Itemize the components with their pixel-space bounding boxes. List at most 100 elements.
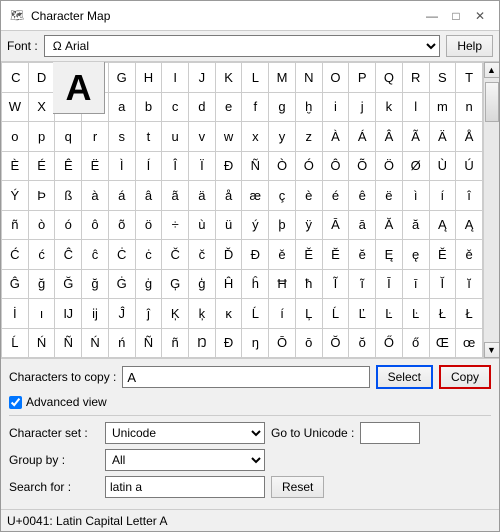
char-cell[interactable]: ě: [269, 240, 296, 270]
char-cell[interactable]: í: [269, 299, 296, 329]
char-cell[interactable]: ă: [402, 210, 429, 240]
char-cell[interactable]: í: [429, 181, 456, 211]
char-cell[interactable]: À: [322, 122, 349, 152]
char-cell[interactable]: æ: [242, 181, 269, 211]
char-cell[interactable]: Ì: [108, 151, 135, 181]
character-set-select[interactable]: Unicode ASCII: [105, 422, 265, 444]
char-cell[interactable]: Ŀ: [402, 299, 429, 329]
char-cell[interactable]: ß: [55, 181, 82, 211]
char-cell[interactable]: Ĉ: [55, 240, 82, 270]
char-cell[interactable]: q: [55, 122, 82, 152]
char-cell[interactable]: Ķ: [162, 299, 189, 329]
scroll-track[interactable]: [484, 78, 500, 342]
char-cell[interactable]: İ: [2, 299, 29, 329]
char-cell[interactable]: Ċ: [108, 240, 135, 270]
scroll-down-button[interactable]: ▼: [484, 342, 500, 358]
char-cell[interactable]: Î: [162, 151, 189, 181]
char-cell[interactable]: Þ: [28, 181, 55, 211]
char-cell[interactable]: ć: [28, 240, 55, 270]
char-cell[interactable]: Q: [376, 63, 403, 93]
char-cell[interactable]: ō: [295, 328, 322, 358]
char-cell[interactable]: Ö: [376, 151, 403, 181]
char-cell[interactable]: r: [82, 122, 109, 152]
char-cell[interactable]: Ú: [456, 151, 483, 181]
scroll-thumb[interactable]: [485, 82, 499, 122]
char-cell[interactable]: G: [108, 63, 135, 93]
char-cell[interactable]: ñ: [2, 210, 29, 240]
char-cell[interactable]: ĉ: [82, 240, 109, 270]
char-cell[interactable]: č: [189, 240, 216, 270]
char-cell[interactable]: Ġ: [108, 269, 135, 299]
reset-button[interactable]: Reset: [271, 476, 324, 498]
char-cell[interactable]: Ĺ: [242, 299, 269, 329]
char-cell[interactable]: o: [2, 122, 29, 152]
char-cell[interactable]: ã: [162, 181, 189, 211]
char-cell[interactable]: Ł: [456, 299, 483, 329]
char-cell[interactable]: ġ: [135, 269, 162, 299]
char-cell[interactable]: a: [108, 92, 135, 122]
char-cell[interactable]: Ą: [456, 210, 483, 240]
char-cell[interactable]: b: [135, 92, 162, 122]
char-cell[interactable]: Ø: [402, 151, 429, 181]
advanced-view-label[interactable]: Advanced view: [26, 395, 107, 409]
scroll-up-button[interactable]: ▲: [484, 62, 500, 78]
char-cell[interactable]: ķ: [189, 299, 216, 329]
char-cell[interactable]: Č: [162, 240, 189, 270]
char-cell[interactable]: ó: [55, 210, 82, 240]
char-cell[interactable]: Ï: [189, 151, 216, 181]
char-cell[interactable]: ģ: [189, 269, 216, 299]
char-cell[interactable]: ŏ: [349, 328, 376, 358]
char-cell[interactable]: ê: [349, 181, 376, 211]
char-cell[interactable]: Ŏ: [322, 328, 349, 358]
char-cell[interactable]: u: [162, 122, 189, 152]
char-cell[interactable]: Ļ: [295, 299, 322, 329]
char-cell[interactable]: ę: [402, 240, 429, 270]
char-cell[interactable]: è: [295, 181, 322, 211]
char-cell[interactable]: ĭ: [456, 269, 483, 299]
char-cell[interactable]: Ĝ: [2, 269, 29, 299]
char-cell[interactable]: x: [242, 122, 269, 152]
search-for-input[interactable]: [105, 476, 265, 498]
char-cell[interactable]: ÷: [162, 210, 189, 240]
char-cell[interactable]: Ĕ: [322, 240, 349, 270]
char-cell[interactable]: Ë: [82, 151, 109, 181]
char-cell[interactable]: y: [269, 122, 296, 152]
char-cell[interactable]: I: [162, 63, 189, 93]
char-cell[interactable]: Ò: [269, 151, 296, 181]
char-cell[interactable]: Ğ: [55, 269, 82, 299]
font-select[interactable]: Ω Arial: [44, 35, 441, 57]
char-cell[interactable]: ĳ: [82, 299, 109, 329]
char-cell[interactable]: e: [215, 92, 242, 122]
char-cell[interactable]: Ď: [215, 240, 242, 270]
char-cell[interactable]: Ā: [322, 210, 349, 240]
char-cell[interactable]: ċ: [135, 240, 162, 270]
char-cell[interactable]: ë: [376, 181, 403, 211]
char-cell[interactable]: ĕ: [349, 240, 376, 270]
char-cell[interactable]: ù: [189, 210, 216, 240]
char-cell[interactable]: Ô: [322, 151, 349, 181]
copy-button[interactable]: Copy: [439, 365, 491, 389]
char-cell[interactable]: l: [402, 92, 429, 122]
char-cell[interactable]: z: [295, 122, 322, 152]
char-cell[interactable]: ḫ: [295, 92, 322, 122]
char-cell[interactable]: s: [108, 122, 135, 152]
char-cell[interactable]: Ľ: [349, 299, 376, 329]
char-cell[interactable]: ā: [349, 210, 376, 240]
char-cell[interactable]: v: [189, 122, 216, 152]
char-cell[interactable]: N: [295, 63, 322, 93]
char-cell[interactable]: Ħ: [269, 269, 296, 299]
char-cell[interactable]: Ń: [28, 328, 55, 358]
char-cell[interactable]: p: [28, 122, 55, 152]
char-cell[interactable]: ò: [28, 210, 55, 240]
char-cell[interactable]: Ě: [295, 240, 322, 270]
char-cell[interactable]: þ: [269, 210, 296, 240]
char-cell[interactable]: Ă: [376, 210, 403, 240]
char-cell[interactable]: ĵ: [135, 299, 162, 329]
char-cell[interactable]: ĥ: [242, 269, 269, 299]
char-cell[interactable]: R: [402, 63, 429, 93]
char-cell[interactable]: ä: [189, 181, 216, 211]
char-cell[interactable]: ñ: [162, 328, 189, 358]
char-cell[interactable]: D: [28, 63, 55, 93]
char-cell[interactable]: w: [215, 122, 242, 152]
char-cell[interactable]: ī: [402, 269, 429, 299]
